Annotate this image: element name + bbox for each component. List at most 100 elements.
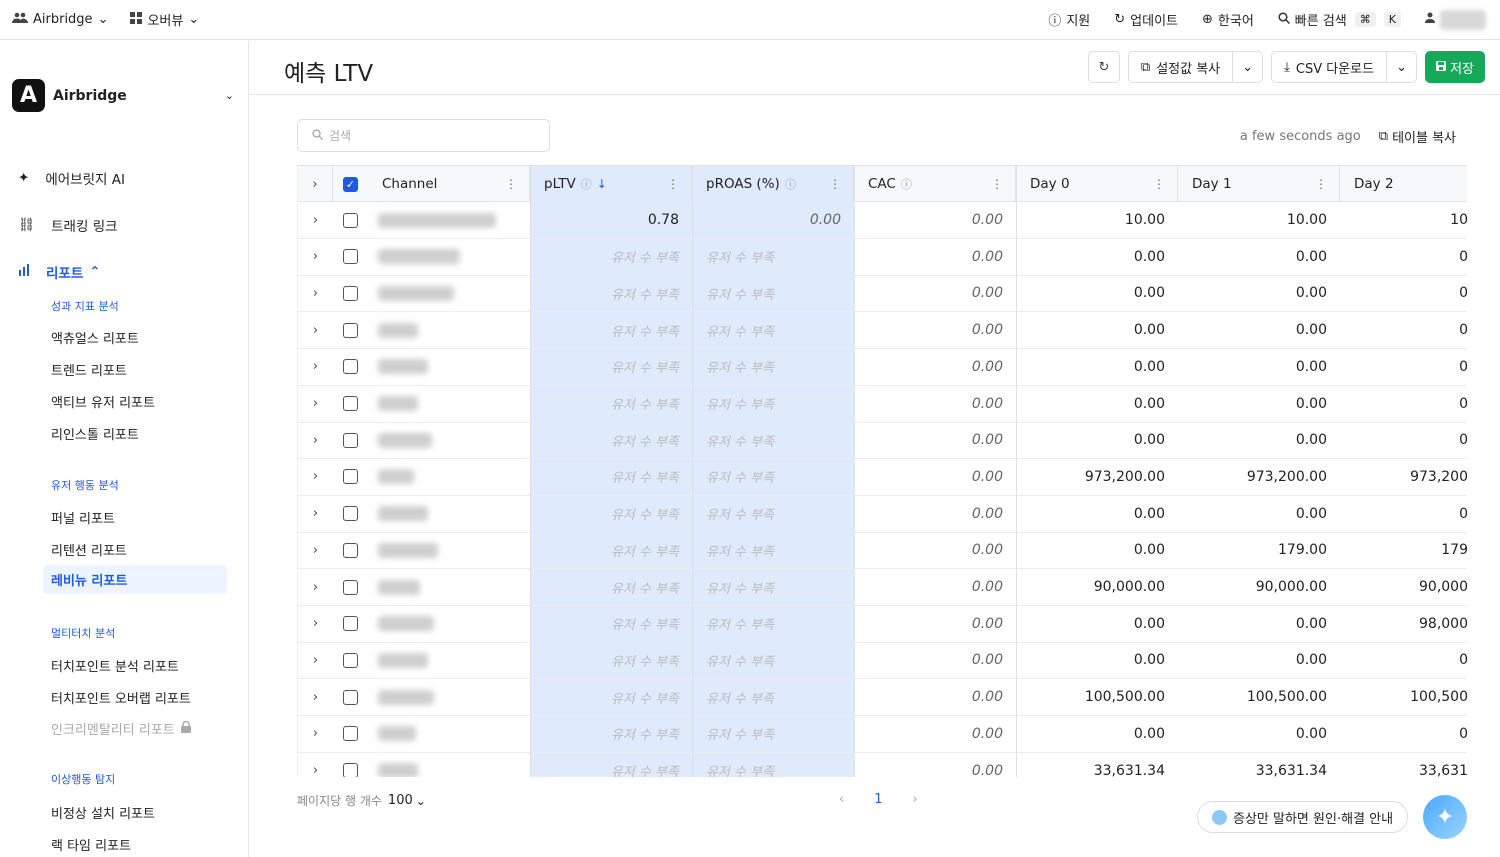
sidebar-item-active-user[interactable]: 액티브 유저 리포트 [51,392,155,411]
table-row[interactable]: › 유저 수 부족 유저 수 부족 0.00 100,500.00 100,500.00 1… [298,679,1467,717]
table-row[interactable]: › 유저 수 부족 유저 수 부족 0.00 0.00 179.00 179 [298,532,1467,570]
expand-row-toggle[interactable]: › [298,716,333,752]
row-checkbox[interactable] [333,532,368,568]
copy-settings-dropdown[interactable]: ⌄ [1232,52,1262,82]
select-all-checkbox[interactable]: ✓ [333,166,368,202]
quick-search-button[interactable]: 빠른 검색 ⌘ K [1278,10,1401,29]
expand-row-toggle[interactable]: › [298,275,333,311]
sidebar-item-tracking-link[interactable]: ⛓ 트래킹 링크 [18,215,118,235]
table-row[interactable]: › 유저 수 부족유저 수 부족 0.00 0.00 0.00 0 [298,642,1467,680]
table-row[interactable]: › 유저 수 부족 유저 수 부족 0.00 90,000.00 90,000.00 90,… [298,569,1467,606]
rows-per-page-select[interactable]: 100 ⌄ [388,793,426,808]
sidebar-item-touchpoint[interactable]: 터치포인트 분석 리포트 [51,656,179,675]
row-checkbox[interactable] [333,202,368,238]
csv-download-dropdown[interactable]: ⌄ [1386,52,1416,82]
more-vertical-icon[interactable]: ⋮ [1315,177,1327,191]
copy-table-button[interactable]: ⧉ 테이블 복사 [1379,127,1456,146]
column-header-day2[interactable]: Day 2 [1340,166,1467,202]
more-vertical-icon[interactable]: ⋮ [505,177,517,191]
table-row[interactable]: › 유저 수 부족유저 수 부족 0.00 0.00 0.00 0 [298,385,1467,423]
row-checkbox[interactable] [333,716,368,752]
csv-download-button[interactable]: ⤓ CSV 다운로드 [1272,52,1386,82]
column-header-pltv[interactable]: pLTV ⓘ ↓ ⋮ [530,166,692,202]
column-header-proas[interactable]: pROAS (%) ⓘ ⋮ [692,166,854,202]
table-row[interactable]: › 유저 수 부족 유저 수 부족 0.00 0.00 0.00 98,000 [298,605,1467,643]
sidebar-item-reports[interactable]: 리포트 ⌃ [18,262,101,282]
prev-page-button[interactable]: ‹ [839,792,844,807]
sidebar-item-retention[interactable]: 리텐션 리포트 [51,540,127,559]
row-checkbox[interactable] [333,679,368,715]
expand-row-toggle[interactable]: › [298,569,333,605]
expand-row-toggle[interactable]: › [298,532,333,568]
table-row[interactable]: › 0.78 0.00 0.00 10.00 10.00 10 [298,202,1467,239]
sidebar-item-lag-time[interactable]: 랙 타임 리포트 [51,835,131,854]
org-switcher[interactable]: Airbridge ⌄ [12,12,108,28]
save-button[interactable]: 저장 [1425,51,1485,83]
help-chat-button[interactable]: 증상만 말하면 원인·해결 안내 [1197,801,1409,833]
row-checkbox[interactable] [333,312,368,348]
copy-settings-button[interactable]: ⧉ 설정값 복사 [1129,52,1232,82]
expand-row-toggle[interactable]: › [298,202,333,238]
more-vertical-icon[interactable]: ⋮ [829,177,841,191]
sidebar-item-actuals[interactable]: 액츄얼스 리포트 [51,328,139,347]
row-checkbox[interactable] [333,275,368,311]
sidebar-item-abnormal-install[interactable]: 비정상 설치 리포트 [51,803,155,822]
workspace-switcher[interactable]: A Airbridge ⌄ [12,79,234,112]
search-input[interactable]: 검색 [297,119,550,152]
row-checkbox[interactable] [333,753,368,777]
more-vertical-icon[interactable]: ⋮ [667,177,679,191]
row-checkbox[interactable] [333,349,368,385]
table-row[interactable]: › 유저 수 부족유저 수 부족 0.00 0.00 0.00 0 [298,422,1467,460]
row-checkbox[interactable] [333,569,368,605]
expand-row-toggle[interactable]: › [298,753,333,777]
column-header-cac[interactable]: CAC ⓘ ⋮ [854,166,1016,202]
sidebar-item-ai[interactable]: ✦ 에어브릿지 AI [18,168,125,188]
expand-row-toggle[interactable]: › [298,496,333,532]
row-checkbox[interactable] [333,642,368,678]
sidebar-item-funnel[interactable]: 퍼널 리포트 [51,508,115,527]
column-label: Day 0 [1030,176,1070,192]
expand-row-toggle[interactable]: › [298,459,333,495]
updates-link[interactable]: ↻ 업데이트 [1114,10,1178,29]
expand-all-toggle[interactable]: › [298,166,333,202]
sidebar-item-trend[interactable]: 트렌드 리포트 [51,360,127,379]
expand-row-toggle[interactable]: › [298,606,333,642]
sidebar-item-reinstall[interactable]: 리인스톨 리포트 [51,424,139,443]
more-vertical-icon[interactable]: ⋮ [991,177,1003,191]
row-checkbox[interactable] [333,239,368,275]
more-vertical-icon[interactable]: ⋮ [1153,177,1165,191]
language-switcher[interactable]: ⊕ 한국어 [1202,10,1254,29]
column-header-day0[interactable]: Day 0 ⋮ [1016,166,1178,202]
row-checkbox[interactable] [333,496,368,532]
table-row[interactable]: › 유저 수 부족유저 수 부족 0.00 0.00 0.00 0 [298,312,1467,350]
expand-row-toggle[interactable]: › [298,422,333,458]
table-row[interactable]: › 유저 수 부족 유저 수 부족 0.00 973,200.00 973,200.00 9… [298,458,1467,496]
row-checkbox[interactable] [333,386,368,422]
row-checkbox[interactable] [333,606,368,642]
refresh-button[interactable]: ↻ [1087,51,1120,83]
expand-row-toggle[interactable]: › [298,642,333,678]
expand-row-toggle[interactable]: › [298,312,333,348]
sidebar-item-touchpoint-overlap[interactable]: 터치포인트 오버랩 리포트 [51,688,191,707]
support-link[interactable]: ⓘ 지원 [1048,10,1090,29]
table-row[interactable]: › 유저 수 부족유저 수 부족 0.00 0.00 0.00 0 [298,275,1467,313]
sidebar-item-revenue[interactable]: 레비뉴 리포트 [43,565,227,594]
table-row[interactable]: › 유저 수 부족 유저 수 부족 0.00 33,631.34 33,631.34 33,… [298,752,1467,777]
next-page-button[interactable]: › [912,792,917,807]
table-row[interactable]: › 유저 수 부족유저 수 부족 0.00 0.00 0.00 0 [298,715,1467,753]
expand-row-toggle[interactable]: › [298,239,333,275]
row-checkbox[interactable] [333,422,368,458]
ai-assistant-button[interactable]: ✦ [1423,795,1467,839]
page-number[interactable]: 1 [874,792,882,807]
expand-row-toggle[interactable]: › [298,386,333,422]
expand-row-toggle[interactable]: › [298,349,333,385]
column-header-day1[interactable]: Day 1 ⋮ [1178,166,1340,202]
row-checkbox[interactable] [333,459,368,495]
view-switcher[interactable]: 오버뷰 ⌄ [130,10,199,29]
expand-row-toggle[interactable]: › [298,679,333,715]
table-row[interactable]: › 유저 수 부족유저 수 부족 0.00 0.00 0.00 0 [298,348,1467,386]
table-row[interactable]: › 유저 수 부족유저 수 부족 0.00 0.00 0.00 0 [298,495,1467,533]
user-menu[interactable] [1425,9,1486,30]
column-header-channel[interactable]: Channel ⋮ [368,166,530,202]
table-row[interactable]: › 유저 수 부족유저 수 부족 0.00 0.00 0.00 0 [298,238,1467,276]
